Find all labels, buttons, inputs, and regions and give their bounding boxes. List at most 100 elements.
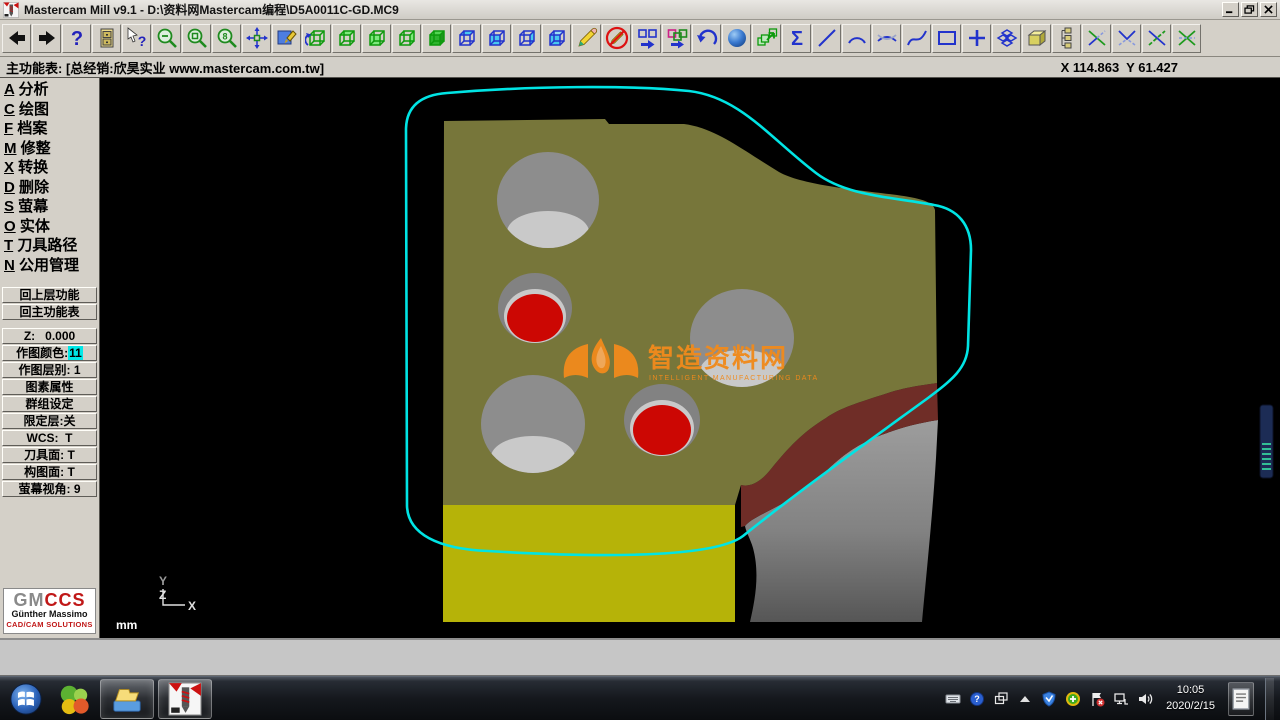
toolbar-rectangle-button[interactable] [932, 24, 961, 53]
toolbar-zoom-button[interactable] [152, 24, 181, 53]
toolbar-cplane-side-button[interactable] [512, 24, 541, 53]
tray-shield-icon[interactable] [1040, 690, 1057, 707]
toolbar-file-cabinet-button[interactable] [92, 24, 121, 53]
toolbar-cplane-front-button[interactable] [482, 24, 511, 53]
toolbar-levels-button[interactable] [1052, 24, 1081, 53]
sidebar-status-button-4[interactable]: 群组设定 [2, 396, 97, 412]
sidebar-menu-item-a[interactable]: A 分析 [0, 80, 99, 100]
sidebar-status-button-5[interactable]: 限定层:关 [2, 413, 97, 429]
toolbar-help-button[interactable]: ? [62, 24, 91, 53]
tray-window-icon[interactable] [992, 690, 1009, 707]
gmccs-logo: GMCCS Günther Massimo CAD/CAM SOLUTIONS [3, 588, 96, 634]
tray-volume-icon[interactable] [1136, 690, 1153, 707]
taskbar-apps [2, 679, 214, 719]
taskbar-clock[interactable]: 10:05 2020/2/15 [1160, 683, 1221, 715]
svg-text:?: ? [70, 28, 82, 50]
toolbar-gview-side-button[interactable] [392, 24, 421, 53]
toolbar-dynamic-rotate-button[interactable] [302, 24, 331, 53]
sidebar-menu-item-x[interactable]: X 转换 [0, 158, 99, 178]
tray-keyboard-icon[interactable] [944, 690, 961, 707]
toolbar-sigma-button[interactable]: Σ [782, 24, 811, 53]
sidebar-menu-item-n[interactable]: N 公用管理 [0, 256, 99, 276]
tray-up-arrow-icon[interactable] [1016, 690, 1033, 707]
svg-text:Σ: Σ [790, 28, 802, 50]
svg-text:?: ? [137, 33, 146, 49]
prompt-bar[interactable] [0, 638, 1280, 676]
toolbar-trim-three-button[interactable] [1142, 24, 1171, 53]
sidebar-status-button-1[interactable]: 作图颜色:11 [2, 345, 97, 361]
toolbar-undo-button[interactable] [692, 24, 721, 53]
sidebar-status-button-3[interactable]: 图素属性 [2, 379, 97, 395]
minimize-button[interactable] [1222, 2, 1239, 17]
toolbar-back-button[interactable] [2, 24, 31, 53]
sidebar-status-button-8[interactable]: 构图面: T [2, 464, 97, 480]
toolbar-line-button[interactable] [812, 24, 841, 53]
sidebar-status-button-2[interactable]: 作图层别: 1 [2, 362, 97, 378]
gmccs-logo-ccs: CCS [44, 590, 85, 610]
toolbar-surface-button[interactable] [992, 24, 1021, 53]
toolbar-unzoom-08-button[interactable]: 8 [212, 24, 241, 53]
sidebar-menu-item-f[interactable]: F 档案 [0, 119, 99, 139]
back-one-level-button[interactable]: 回上层功能 [2, 287, 97, 303]
gmccs-logo-line2: CAD/CAM SOLUTIONS [4, 620, 95, 629]
axis-gnomon: Y Z X [159, 574, 196, 613]
taskbar-explorer-button[interactable] [100, 679, 154, 719]
sidebar-status-button-9[interactable]: 萤幕视角: 9 [2, 481, 97, 497]
sidebar-menu-item-s[interactable]: S 萤幕 [0, 197, 99, 217]
toolbar-trim-two-button[interactable] [1112, 24, 1141, 53]
tray-flag-icon[interactable] [1088, 690, 1105, 707]
show-desktop-button[interactable] [1265, 678, 1274, 720]
sidebar-menu-item-m[interactable]: M 修整 [0, 139, 99, 159]
window-controls [1222, 2, 1277, 17]
taskbar-mastercam-button[interactable] [158, 679, 212, 719]
toolbar-pan-button[interactable] [242, 24, 271, 53]
restore-button[interactable] [1241, 2, 1258, 17]
sidebar-status-button-6[interactable]: WCS: T [2, 430, 97, 446]
sidebar: A 分析C 绘图F 档案M 修整X 转换D 删除S 萤幕O 实体T 刀具路径N … [0, 78, 100, 638]
toolbar-shade-button[interactable] [722, 24, 751, 53]
toolbar-trim-one-button[interactable] [1082, 24, 1111, 53]
document-tray-button[interactable] [1228, 682, 1254, 716]
toolbar-cplane-iso-button[interactable] [542, 24, 571, 53]
toolbar-repaint-button[interactable] [272, 24, 301, 53]
sidebar-menu-item-d[interactable]: D 删除 [0, 178, 99, 198]
toolbar-swap-menu-button[interactable] [662, 24, 691, 53]
toolbar-solids-button[interactable] [752, 24, 781, 53]
toolbar-gview-iso-button[interactable] [422, 24, 451, 53]
toolbar-analyze-button[interactable]: ? [122, 24, 151, 53]
viewport[interactable]: 智造资料网 INTELLIGENT MANUFACTURING DATA Y Z… [100, 78, 1280, 638]
sidebar-status-button-7[interactable]: 刀具面: T [2, 447, 97, 463]
screen: Mastercam Mill v9.1 - D:\资料网Mastercam编程\… [0, 0, 1280, 720]
model-bottom-face [443, 505, 735, 622]
toolbar-solid-box-button[interactable] [1022, 24, 1051, 53]
toolbar-sketch-button[interactable] [572, 24, 601, 53]
sidebar-menu-item-o[interactable]: O 实体 [0, 217, 99, 237]
toolbar-trim-curves-button[interactable] [872, 24, 901, 53]
tray-network-icon[interactable] [1112, 690, 1129, 707]
sidebar-status-button-0[interactable]: Z: 0.000 [2, 328, 97, 344]
scroll-indicator[interactable] [1260, 405, 1273, 478]
tray-antivirus-icon[interactable] [1064, 690, 1081, 707]
toolbar-forward-button[interactable] [32, 24, 61, 53]
toolbar-divide-button[interactable] [1172, 24, 1201, 53]
gmccs-logo-gm: GM [13, 590, 44, 610]
close-button[interactable] [1260, 2, 1277, 17]
start-button[interactable] [4, 679, 48, 719]
toolbar-point-button[interactable] [962, 24, 991, 53]
toolbar-delete-button[interactable] [602, 24, 631, 53]
sidebar-menu-item-t[interactable]: T 刀具路径 [0, 236, 99, 256]
svg-text:?: ? [974, 694, 980, 704]
taskbar-pinwheel-button[interactable] [52, 679, 96, 719]
toolbar-cplane-top-button[interactable] [452, 24, 481, 53]
tray-help-icon[interactable]: ? [968, 690, 985, 707]
toolbar-next-menu-button[interactable] [632, 24, 661, 53]
main-menu-title: 主功能表: [总经销:欣昊实业 www.mastercam.com.tw] [6, 58, 324, 77]
viewport-canvas[interactable]: 智造资料网 INTELLIGENT MANUFACTURING DATA Y Z… [100, 78, 1280, 638]
toolbar-gview-front-button[interactable] [362, 24, 391, 53]
back-to-main-menu-button[interactable]: 回主功能表 [2, 304, 97, 320]
toolbar-arc-button[interactable] [842, 24, 871, 53]
toolbar-gview-top-button[interactable] [332, 24, 361, 53]
sidebar-menu-item-c[interactable]: C 绘图 [0, 100, 99, 120]
toolbar-zoom-window-button[interactable] [182, 24, 211, 53]
toolbar-spline-button[interactable] [902, 24, 931, 53]
